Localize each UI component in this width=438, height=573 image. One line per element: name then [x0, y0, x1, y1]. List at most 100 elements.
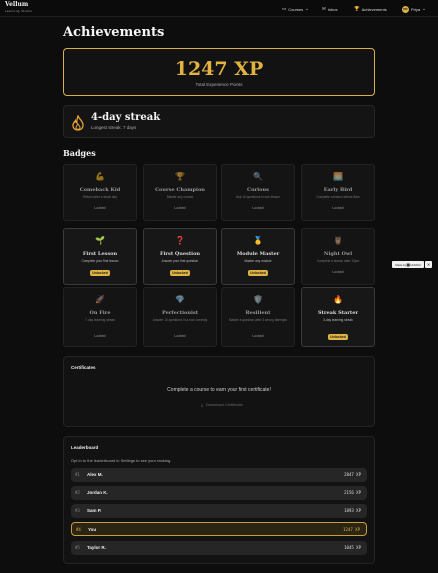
leaderboard-rank: #5	[75, 545, 80, 550]
leaderboard-xp: 1247 XP	[343, 527, 360, 532]
leaderboard-xp: 2156 XP	[344, 490, 361, 495]
top-navigation-bar: Vellum Learning Studio ▭ Courses ⌄ ✉ Inb…	[0, 0, 438, 17]
locked-label: Locked	[332, 270, 344, 274]
leaderboard-rank: #1	[75, 472, 80, 477]
leaderboard-row: #1 Alex M. 2847 XP	[71, 468, 367, 482]
mail-icon: ✉	[322, 6, 326, 11]
badge-description: Master a question after 3 wrong attempts	[229, 318, 287, 322]
close-icon[interactable]: ✕	[425, 261, 432, 268]
certificates-empty-message: Complete a course to earn your first cer…	[167, 387, 271, 393]
badge-name: Resilient	[245, 310, 271, 316]
leaderboard-name: Jordan K.	[87, 490, 108, 495]
badge-card[interactable]: 💪 Comeback Kid Return after a stuck day Loc…	[63, 164, 137, 221]
chevron-down-icon: ⌄	[305, 6, 309, 11]
leaderboard-hint: Opt in to the leaderboard in Settings to…	[71, 458, 172, 463]
unlocked-badge: Unlocked	[170, 270, 190, 276]
badge-card[interactable]: 🌅 Early Bird Complete a lesson before 8am L…	[301, 164, 375, 221]
xp-label: Total Experience Points	[195, 82, 243, 87]
leaderboard-rank: #3	[75, 508, 80, 513]
xp-value: 1247 XP	[174, 58, 264, 80]
locked-label: Locked	[252, 206, 264, 210]
flexed-arm-icon: 💪	[95, 172, 105, 181]
locked-label: Locked	[332, 206, 344, 210]
leaderboard-card: Leaderboard Opt in to the leaderboard in…	[63, 436, 375, 564]
badges-heading: Badges	[63, 148, 96, 158]
badge-description: Answer your first question	[161, 259, 199, 263]
badge-name: First Lesson	[82, 251, 118, 257]
nav-courses-dropdown[interactable]: ▭ Courses ⌄	[282, 5, 309, 13]
gem-icon: 💎	[175, 295, 185, 304]
nav-achievements[interactable]: 🏆 Achievements	[354, 5, 387, 13]
trophy-icon: 🏆	[354, 6, 360, 11]
badge-card[interactable]: 🥇 Module Master Master any module Unlocked	[221, 228, 295, 285]
leaderboard-row-current-user: #4 You 1247 XP	[71, 522, 367, 536]
avatar: PR	[402, 5, 409, 13]
seedling-icon: 🌱	[95, 236, 105, 245]
badge-name: Module Master	[236, 251, 280, 257]
locked-label: Locked	[174, 206, 186, 210]
user-name: Priya	[411, 6, 421, 12]
gold-medal-icon: 🥇	[253, 236, 263, 245]
locked-label: Locked	[252, 334, 264, 338]
nav-inbox-label: Inbox	[327, 6, 338, 12]
leaderboard-row: #2 Jordan K. 2156 XP	[71, 486, 367, 500]
streak-card: 4-day streak Longest streak: 7 days	[63, 105, 375, 138]
download-certificate-label: Download Certificate	[205, 401, 243, 407]
question-mark-icon: ❓	[175, 236, 185, 245]
badge-description: Master any module	[244, 259, 272, 263]
page-title: Achievements	[63, 25, 165, 40]
certificates-title: Certificates	[71, 365, 96, 370]
brand-logo[interactable]: Vellum Learning Studio	[5, 1, 32, 13]
unlocked-badge: Unlocked	[328, 334, 348, 340]
leaderboard-xp: 1045 XP	[344, 545, 361, 550]
shield-icon: 🛡️	[253, 295, 263, 304]
badge-name: Perfectionist	[161, 310, 199, 316]
made-with-badge[interactable]: Made by ⬛HUMAN	[392, 261, 424, 268]
badge-card[interactable]: 🛡️ Resilient Master a question after 3 wro…	[221, 287, 295, 347]
badge-name: First Question	[159, 251, 201, 257]
badge-name: Curious	[247, 187, 269, 193]
badge-name: Night Owl	[323, 251, 353, 257]
badge-card[interactable]: 🔍 Curious Ask 10 questions in one lesson Lo…	[221, 164, 295, 221]
badge-name: Course Champion	[155, 187, 205, 193]
leaderboard-name: Taylor R.	[87, 545, 106, 550]
nav-courses-label: Courses	[288, 6, 304, 12]
locked-label: Locked	[94, 206, 106, 210]
badge-card[interactable]: 🦉 Night Owl Complete a lesson after 10pm Lo…	[301, 228, 375, 285]
badge-name: Early Bird	[323, 187, 353, 193]
badge-card[interactable]: 🌱 First Lesson Complete your first lesson U…	[63, 228, 137, 285]
chevron-down-icon: ⌄	[422, 6, 426, 11]
badge-card[interactable]: 🚀 On Fire 7-day learning streak Locked	[63, 287, 137, 347]
total-xp-card: 1247 XP Total Experience Points	[63, 48, 375, 96]
leaderboard-name: Sam P.	[87, 508, 102, 513]
leaderboard-title: Leaderboard	[71, 445, 99, 450]
badge-card[interactable]: ❓ First Question Answer your first questio…	[143, 228, 217, 285]
user-menu[interactable]: PR Priya ⌄	[402, 5, 426, 13]
leaderboard-rank: #4	[76, 527, 81, 532]
badge-description: Return after a stuck day	[83, 195, 117, 199]
owl-icon: 🦉	[333, 236, 343, 245]
leaderboard-row: #3 Sam P. 1893 XP	[71, 504, 367, 518]
badge-description: Ask 10 questions in one lesson	[236, 195, 280, 199]
download-certificate-button[interactable]: ⤓ Download Certificate	[192, 400, 252, 408]
unlocked-badge: Unlocked	[90, 270, 110, 276]
nav-achievements-label: Achievements	[361, 6, 387, 12]
trophy-icon: 🏆	[175, 172, 185, 181]
badge-description: 7-day learning streak	[85, 318, 115, 322]
sunrise-icon: 🌅	[333, 172, 343, 181]
badge-description: Complete a lesson before 8am	[316, 195, 360, 199]
leaderboard-name: Alex M.	[87, 472, 103, 477]
magnifier-icon: 🔍	[253, 172, 263, 181]
locked-label: Locked	[174, 334, 186, 338]
badge-card[interactable]: 🏆 Course Champion Master any course Locked	[143, 164, 217, 221]
unlocked-badge: Unlocked	[248, 270, 268, 276]
leaderboard-xp: 2847 XP	[344, 472, 361, 477]
leaderboard-row: #5 Taylor R. 1045 XP	[71, 541, 367, 555]
badge-card[interactable]: 💎 Perfectionist Answer 10 questions in a r…	[143, 287, 217, 347]
badge-card[interactable]: 🔥 Streak Starter 3-day learning streak Unlo…	[301, 287, 375, 347]
badge-name: On Fire	[89, 310, 111, 316]
nav-inbox[interactable]: ✉ Inbox	[322, 5, 338, 13]
rocket-icon: 🚀	[95, 295, 105, 304]
badge-description: Complete your first lesson	[81, 259, 119, 263]
leaderboard-xp: 1893 XP	[344, 508, 361, 513]
